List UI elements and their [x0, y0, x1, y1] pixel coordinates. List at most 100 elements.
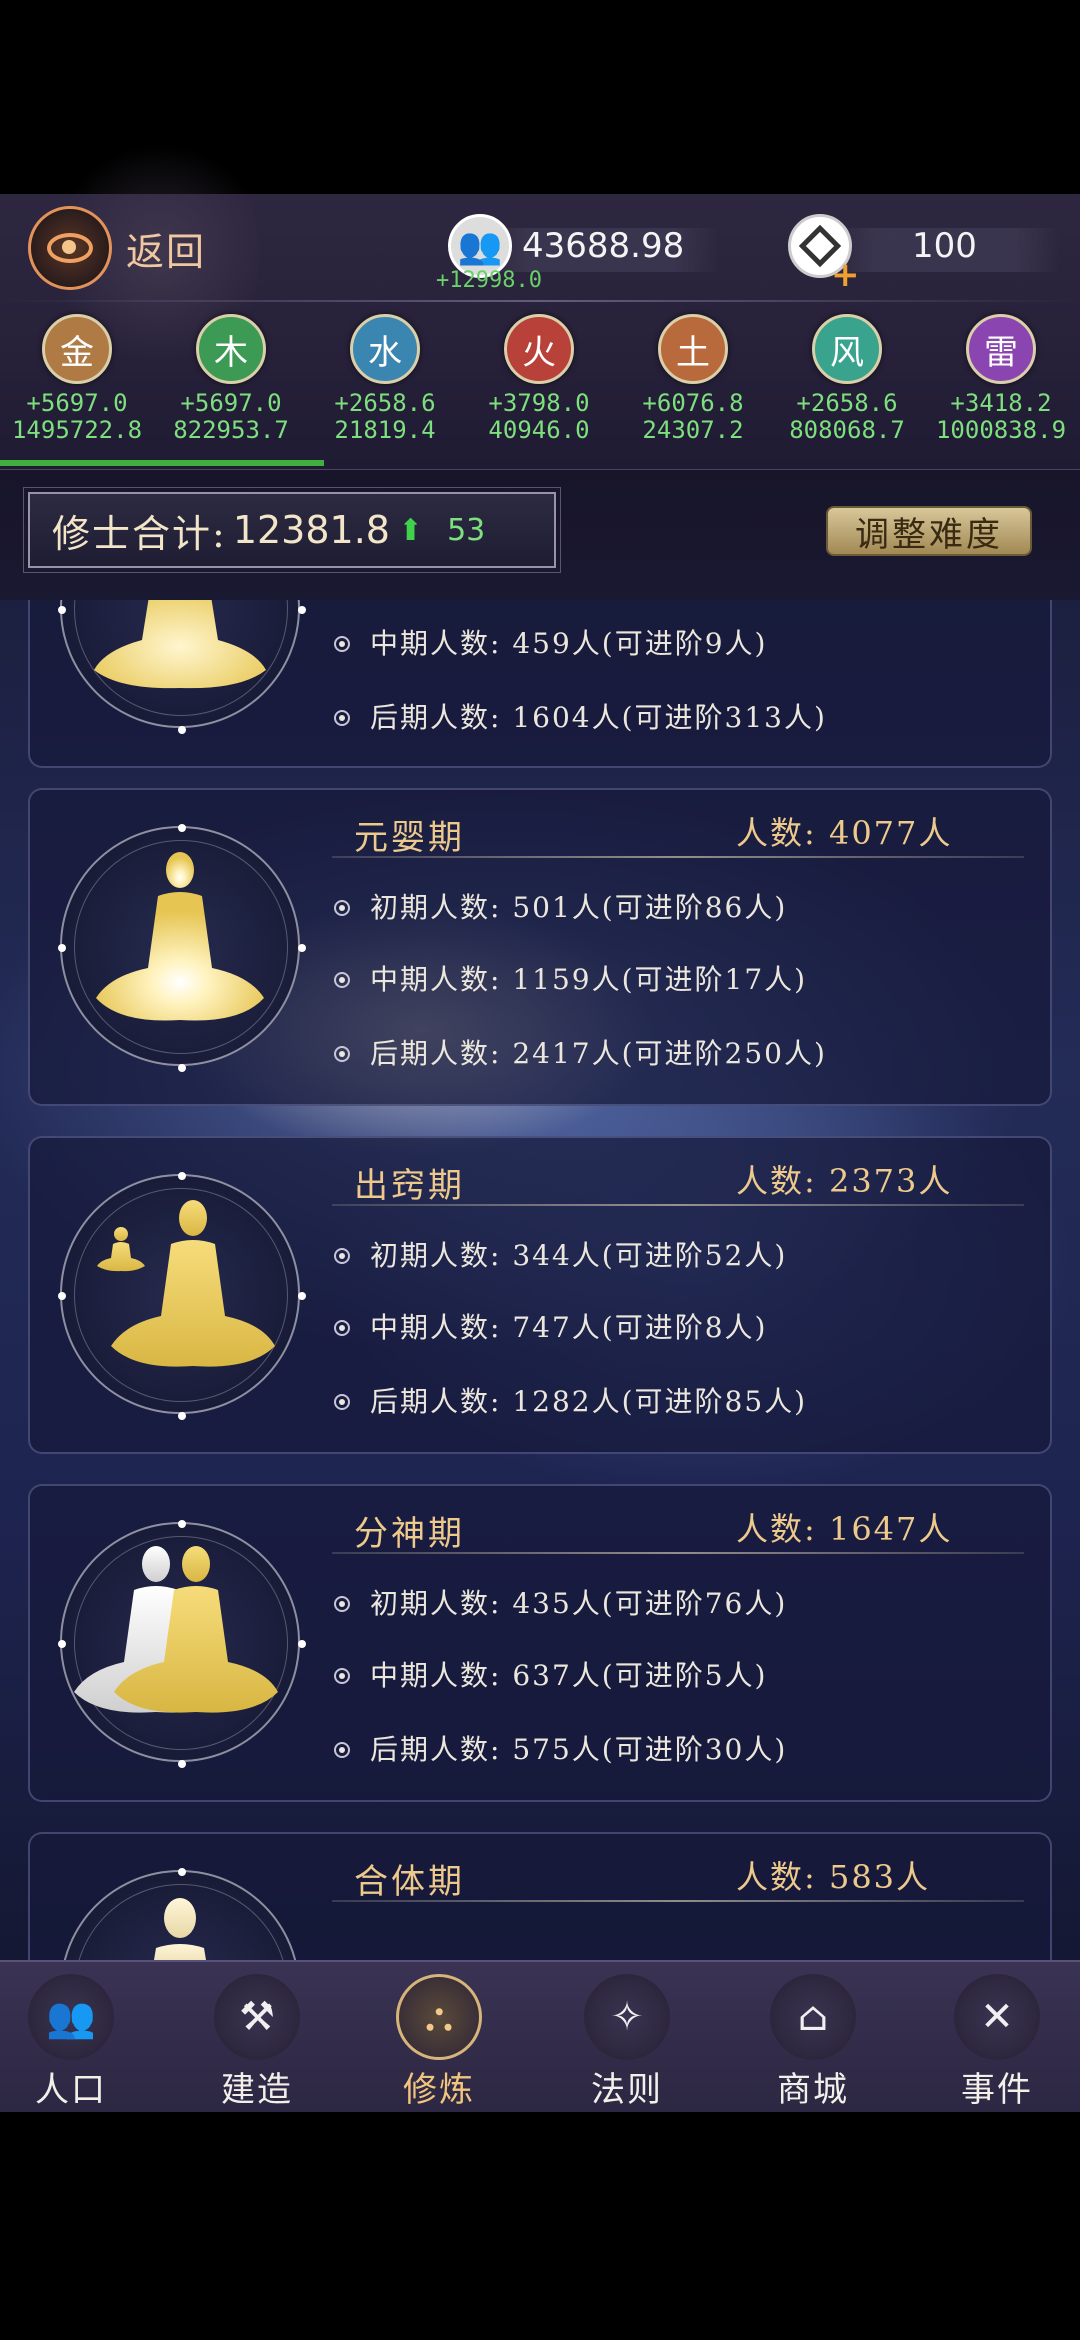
element-total: 24307.2 — [642, 416, 744, 444]
nav-label: 修炼 — [403, 2070, 475, 2110]
element-fire[interactable]: 火 +3798.0 40946.0 — [462, 314, 616, 444]
element-total: 1495722.8 — [11, 416, 143, 444]
nav-population[interactable]: 👥 人口 — [0, 1974, 146, 2111]
gem-add-button[interactable]: + — [788, 214, 860, 295]
nav-label: 商城 — [777, 2070, 849, 2110]
realm-card-spirit-division: 分神期 人数: 1647人 初期人数: 435人(可进阶76人) 中期人数: 6… — [28, 1484, 1052, 1802]
stage-middle: 中期人数: 1159人(可进阶17人) — [370, 963, 808, 996]
stage-bullet-icon — [334, 1320, 350, 1336]
realm-card: 中期人数: 459人(可进阶9人) 后期人数: 1604人(可进阶313人) — [28, 600, 1052, 768]
plus-icon: + — [831, 255, 860, 295]
stage-late: 后期人数: 1604人(可进阶313人) — [370, 701, 827, 734]
element-total: 40946.0 — [488, 416, 590, 444]
stage-early: 初期人数: 501人(可进阶86人) — [370, 891, 788, 924]
bottom-navigation: 👥 人口 ⚒ 建造 ⛬ 修炼 ✧ 法则 ⌂ 商城 ✕ 事件 — [0, 1960, 1080, 2112]
element-delta: +6076.8 — [642, 389, 744, 417]
element-earth[interactable]: 土 +6076.8 24307.2 — [616, 314, 770, 444]
stage-early: 初期人数: 435人(可进阶76人) — [370, 1587, 788, 1620]
nav-shop[interactable]: ⌂ 商城 — [738, 1974, 888, 2111]
meditation-medal-icon — [58, 1172, 306, 1420]
system-nav-area — [0, 2112, 1080, 2340]
wood-orb-icon: 木 — [196, 314, 266, 384]
stage-bullet-icon — [334, 710, 350, 726]
nav-cultivation[interactable]: ⛬ 修炼 — [364, 1974, 514, 2111]
element-water[interactable]: 水 +2658.6 21819.4 — [308, 314, 462, 444]
element-total: 21819.4 — [334, 416, 436, 444]
realm-name: 出窍期 — [354, 1166, 465, 1206]
nav-events[interactable]: ✕ 事件 — [922, 1974, 1072, 2111]
nav-label: 建造 — [221, 2070, 293, 2110]
realm-divider — [332, 1552, 1024, 1554]
element-delta: +3418.2 — [950, 389, 1052, 417]
up-arrow-icon: ⬆ — [397, 512, 424, 548]
population-value: 43688.98 — [522, 226, 685, 266]
realm-count: 人数: 4077人 — [736, 814, 953, 852]
meditation-medal-icon — [58, 824, 306, 1072]
realm-name: 分神期 — [354, 1514, 465, 1554]
realm-card-soul-departure: 出窍期 人数: 2373人 初期人数: 344人(可进阶52人) 中期人数: 7… — [28, 1136, 1052, 1454]
stage-bullet-icon — [334, 1046, 350, 1062]
meditation-medal-icon — [60, 1868, 300, 1960]
stage-bullet-icon — [334, 636, 350, 652]
build-tools-icon: ⚒ — [214, 1974, 300, 2060]
people-icon: 👥 — [28, 1974, 114, 2060]
realm-name: 合体期 — [354, 1862, 465, 1902]
realm-card-nascent-soul: 元婴期 人数: 4077人 初期人数: 501人(可进阶86人) 中期人数: 1… — [28, 788, 1052, 1106]
population-delta: +12998.0 — [436, 268, 542, 293]
element-thunder[interactable]: 雷 +3418.2 1000838.9 — [924, 314, 1078, 444]
element-wind[interactable]: 风 +2658.6 808068.7 — [770, 314, 924, 444]
element-delta: +5697.0 — [26, 389, 128, 417]
stage-middle: 中期人数: 459人(可进阶9人) — [370, 627, 768, 660]
nav-label: 人口 — [35, 2070, 107, 2110]
fire-orb-icon: 火 — [504, 314, 574, 384]
stage-late: 后期人数: 2417人(可进阶250人) — [370, 1037, 827, 1070]
law-banner-icon: ✧ — [584, 1974, 670, 2060]
realm-name: 元婴期 — [354, 818, 465, 858]
wind-orb-icon: 风 — [812, 314, 882, 384]
realm-divider — [332, 1204, 1024, 1206]
summary-label: 修士合计: — [52, 511, 227, 556]
stage-bullet-icon — [334, 1668, 350, 1684]
meditation-medal-icon — [58, 1520, 306, 1768]
element-delta: +2658.6 — [334, 389, 436, 417]
event-book-icon: ✕ — [954, 1974, 1040, 2060]
summary-rank: 53 — [447, 512, 486, 548]
water-orb-icon: 水 — [350, 314, 420, 384]
element-total: 822953.7 — [173, 416, 289, 444]
summary-value: 12381.8 — [232, 508, 390, 552]
meditation-medal-icon — [58, 600, 306, 734]
realm-divider — [332, 856, 1024, 858]
stage-bullet-icon — [334, 972, 350, 988]
nav-laws[interactable]: ✧ 法则 — [552, 1974, 702, 2111]
adjust-difficulty-button[interactable]: 调整难度 — [826, 506, 1032, 556]
summary-row: 修士合计: 12381.8 ⬆ 53 调整难度 — [0, 470, 1080, 600]
stage-bullet-icon — [334, 900, 350, 916]
realm-count: 人数: 2373人 — [736, 1162, 953, 1200]
stage-early: 初期人数: 344人(可进阶52人) — [370, 1239, 788, 1272]
realm-card-body-integration: 合体期 人数: 583人 — [28, 1832, 1052, 1960]
stage-middle: 中期人数: 747人(可进阶8人) — [370, 1311, 768, 1344]
realm-count: 人数: 583人 — [736, 1858, 931, 1896]
stage-bullet-icon — [334, 1394, 350, 1410]
element-metal[interactable]: 金 +5697.0 1495722.8 — [0, 314, 154, 444]
element-total: 1000838.9 — [935, 416, 1067, 444]
thunder-orb-icon: 雷 — [966, 314, 1036, 384]
back-button[interactable]: 返回 — [28, 206, 206, 290]
realm-count: 人数: 1647人 — [736, 1510, 953, 1548]
stage-bullet-icon — [334, 1248, 350, 1264]
stage-bullet-icon — [334, 1596, 350, 1612]
resource-header: 返回 👥 43688.98 +12998.0 + 100 金 +5697.0 1… — [0, 134, 1080, 470]
stage-bullet-icon — [334, 1742, 350, 1758]
realm-divider — [332, 1900, 1024, 1902]
metal-orb-icon: 金 — [42, 314, 112, 384]
element-delta: +5697.0 — [180, 389, 282, 417]
element-delta: +3798.0 — [488, 389, 590, 417]
element-wood[interactable]: 木 +5697.0 822953.7 — [154, 314, 308, 444]
nav-build[interactable]: ⚒ 建造 — [182, 1974, 332, 2111]
stage-late: 后期人数: 1282人(可进阶85人) — [370, 1385, 808, 1418]
back-eye-icon — [28, 206, 112, 290]
realm-list[interactable]: 中期人数: 459人(可进阶9人) 后期人数: 1604人(可进阶313人) 元… — [0, 600, 1080, 1960]
element-total: 808068.7 — [789, 416, 905, 444]
stage-late: 后期人数: 575人(可进阶30人) — [370, 1733, 788, 1766]
stage-middle: 中期人数: 637人(可进阶5人) — [370, 1659, 768, 1692]
